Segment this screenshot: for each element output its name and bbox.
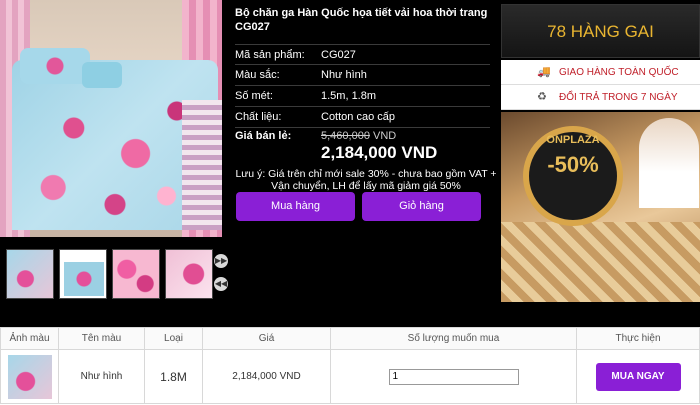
cell-color: Như hình xyxy=(58,349,145,404)
cell-quantity xyxy=(330,349,577,404)
cell-image xyxy=(0,349,59,404)
next-arrow-icon[interactable]: ▶▶ xyxy=(214,254,228,268)
sale-price: 2,184,000 VND xyxy=(321,143,438,162)
price-note: Lưu ý: Giá trên chỉ mới sale 30% - chưa … xyxy=(235,168,497,192)
cell-price: 2,184,000 VND xyxy=(202,349,331,404)
field-value: CG027 xyxy=(321,49,356,61)
col-header-image: Ảnh màu xyxy=(0,327,59,350)
col-header-type: Loại xyxy=(144,327,203,350)
col-header-color: Tên màu xyxy=(58,327,145,350)
store-banner[interactable]: 78 HÀNG GAI xyxy=(501,4,700,58)
thumbnail-strip xyxy=(6,249,216,299)
col-header-quantity: Số lượng muốn mua xyxy=(330,327,577,350)
field-label: Mã sản phẩm: xyxy=(235,49,305,61)
promo-discount: -50% xyxy=(547,152,599,177)
field-value: Cotton cao cấp xyxy=(321,111,395,123)
field-label: Chất liệu: xyxy=(235,111,282,123)
thumbnail-3[interactable] xyxy=(112,249,160,299)
promo-brand: ONPLAZA xyxy=(546,134,600,146)
field-row-material: Chất liệu: Cotton cao cấp xyxy=(235,107,490,128)
cell-type: 1.8M xyxy=(144,349,203,404)
field-row-color: Màu sắc: Như hình xyxy=(235,65,490,86)
cart-button[interactable]: Giỏ hàng xyxy=(362,192,481,221)
main-product-image[interactable] xyxy=(0,0,222,237)
price-label: Giá bán lẻ: xyxy=(235,130,292,142)
field-value: Như hình xyxy=(321,69,367,81)
table-row: Như hình 1.8M 2,184,000 VND MUA NGAY xyxy=(0,349,700,404)
service-label: GIAO HÀNG TOÀN QUỐC xyxy=(559,67,679,78)
return-icon: ♻ xyxy=(537,91,547,103)
truck-icon: 🚚 xyxy=(537,66,551,78)
thumbnail-2[interactable] xyxy=(59,249,107,299)
old-price: 5,460,000 VND xyxy=(321,130,396,142)
product-title: Bộ chăn ga Hàn Quốc họa tiết vải hoa thờ… xyxy=(235,7,488,33)
field-row-size: Số mét: 1.5m, 1.8m xyxy=(235,86,490,107)
thumbnail-4[interactable] xyxy=(165,249,213,299)
field-label: Màu sắc: xyxy=(235,69,280,81)
cell-action: MUA NGAY xyxy=(576,349,700,404)
thumbnail-1[interactable] xyxy=(6,249,54,299)
service-shipping[interactable]: 🚚 GIAO HÀNG TOÀN QUỐC xyxy=(501,60,700,85)
col-header-price: Giá xyxy=(202,327,331,350)
old-price-unit: VND xyxy=(373,130,397,142)
product-page: ▶▶ ◀◀ Bộ chăn ga Hàn Quốc họa tiết vải h… xyxy=(0,0,700,405)
field-label: Số mét: xyxy=(235,90,273,102)
buy-now-button[interactable]: MUA NGAY xyxy=(595,362,681,391)
field-value: 1.5m, 1.8m xyxy=(321,90,377,102)
prev-arrow-icon[interactable]: ◀◀ xyxy=(214,277,228,291)
service-return[interactable]: ♻ ĐỔI TRẢ TRONG 7 NGÀY xyxy=(501,85,700,110)
col-header-action: Thực hiện xyxy=(576,327,700,350)
promo-banner[interactable]: ONPLAZA -50% xyxy=(501,112,700,302)
quantity-input[interactable] xyxy=(388,368,519,385)
field-row-code: Mã sản phẩm: CG027 xyxy=(235,44,490,65)
buy-button[interactable]: Mua hàng xyxy=(236,192,355,221)
old-price-value: 5,460,000 xyxy=(321,130,370,142)
color-swatch-image xyxy=(7,354,52,399)
order-table: Ảnh màu Tên màu Loại Giá Số lượng muốn m… xyxy=(0,327,700,405)
service-label: ĐỔI TRẢ TRONG 7 NGÀY xyxy=(559,92,678,103)
